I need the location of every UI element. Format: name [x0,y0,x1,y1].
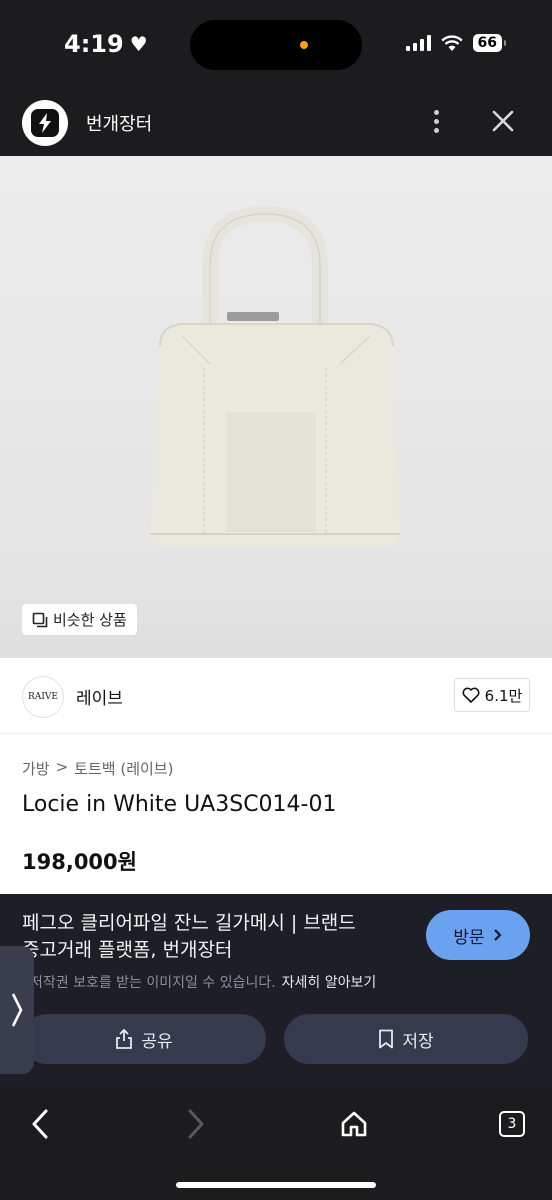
dynamic-island [190,20,362,70]
similar-products-button[interactable]: 비슷한 상품 [22,604,137,635]
bunjang-logo [22,100,68,146]
cellular-signal-icon [405,35,431,51]
home-indicator [176,1182,376,1188]
breadcrumb: 가방 > 토트백 (레이브) [22,758,173,779]
status-time: 4:19 ♥ [64,30,148,58]
breadcrumb-subcategory[interactable]: 토트백 (레이브) [74,758,173,779]
product-price: 198,000원 [22,850,137,874]
learn-more-link[interactable]: 자세히 알아보기 [282,975,377,991]
result-title-line1: 페그오 클리어파일 잔느 길가메시 | 브랜드 [22,912,356,934]
status-indicators: 66 [405,34,507,52]
home-icon [341,1111,367,1137]
clock-text: 4:19 [64,30,124,58]
chevron-left-icon [32,1109,48,1139]
tabs-button[interactable]: 3 [492,1104,532,1144]
side-panel-handle[interactable] [0,946,34,1074]
shop-name[interactable]: 레이브 [76,684,123,709]
forward-button[interactable] [176,1104,216,1144]
app-header: 번개장터 [0,92,552,156]
back-button[interactable] [20,1104,60,1144]
like-button[interactable]: 6.1만 [454,678,530,712]
google-lens-sheet: 페그오 클리어파일 잔느 길가메시 | 브랜드 중고거래 플랫폼, 번개장터 방… [0,894,552,1088]
app-title: 번개장터 [86,114,153,135]
copyright-text: 저작권 보호를 받는 이미지일 수 있습니다. [30,975,276,991]
shop-logo[interactable]: RAIVE [22,676,64,718]
product-title: Locie in White UA3SC014-01 [22,792,337,817]
breadcrumb-separator: > [55,758,69,776]
more-options-icon[interactable] [426,106,446,136]
chevron-right-icon [493,929,502,941]
visit-button[interactable]: 방문 [426,910,530,960]
handbag-photo [150,205,400,546]
tab-count: 3 [499,1111,525,1137]
result-title[interactable]: 페그오 클리어파일 잔느 길가메시 | 브랜드 중고거래 플랫폼, 번개장터 [22,910,412,964]
bookmark-icon [379,1029,394,1049]
chevron-right-icon [188,1109,204,1139]
heart-icon: ♥ [129,32,148,56]
save-label: 저장 [402,1031,434,1052]
privacy-indicator-icon [300,41,308,49]
similar-products-label: 비슷한 상품 [53,611,127,629]
copyright-notice: 저작권 보호를 받는 이미지일 수 있습니다. 자세히 알아보기 [30,972,376,992]
product-image[interactable]: 비슷한 상품 [0,156,552,658]
share-label: 공유 [141,1031,173,1052]
status-bar: 4:19 ♥ 66 [0,0,552,92]
copy-icon [32,612,48,627]
breadcrumb-category[interactable]: 가방 [22,758,50,779]
wifi-icon [440,34,463,51]
share-icon [116,1029,133,1049]
visit-label: 방문 [453,927,485,948]
like-count: 6.1만 [484,686,523,705]
product-info: RAIVE 레이브 6.1만 가방 > 토트백 (레이브) Locie in W… [0,658,552,894]
close-icon[interactable] [488,106,518,136]
share-button[interactable]: 공유 [22,1014,266,1064]
shop-row[interactable]: RAIVE 레이브 6.1만 [0,658,552,734]
lightning-icon [31,109,59,137]
battery-indicator: 66 [472,34,507,52]
result-title-line2: 중고거래 플랫폼, 번개장터 [22,939,233,961]
chevron-right-icon [11,993,23,1027]
home-button[interactable] [334,1104,374,1144]
browser-toolbar: 3 [0,1088,552,1200]
save-button[interactable]: 저장 [284,1014,528,1064]
heart-outline-icon [462,687,480,703]
